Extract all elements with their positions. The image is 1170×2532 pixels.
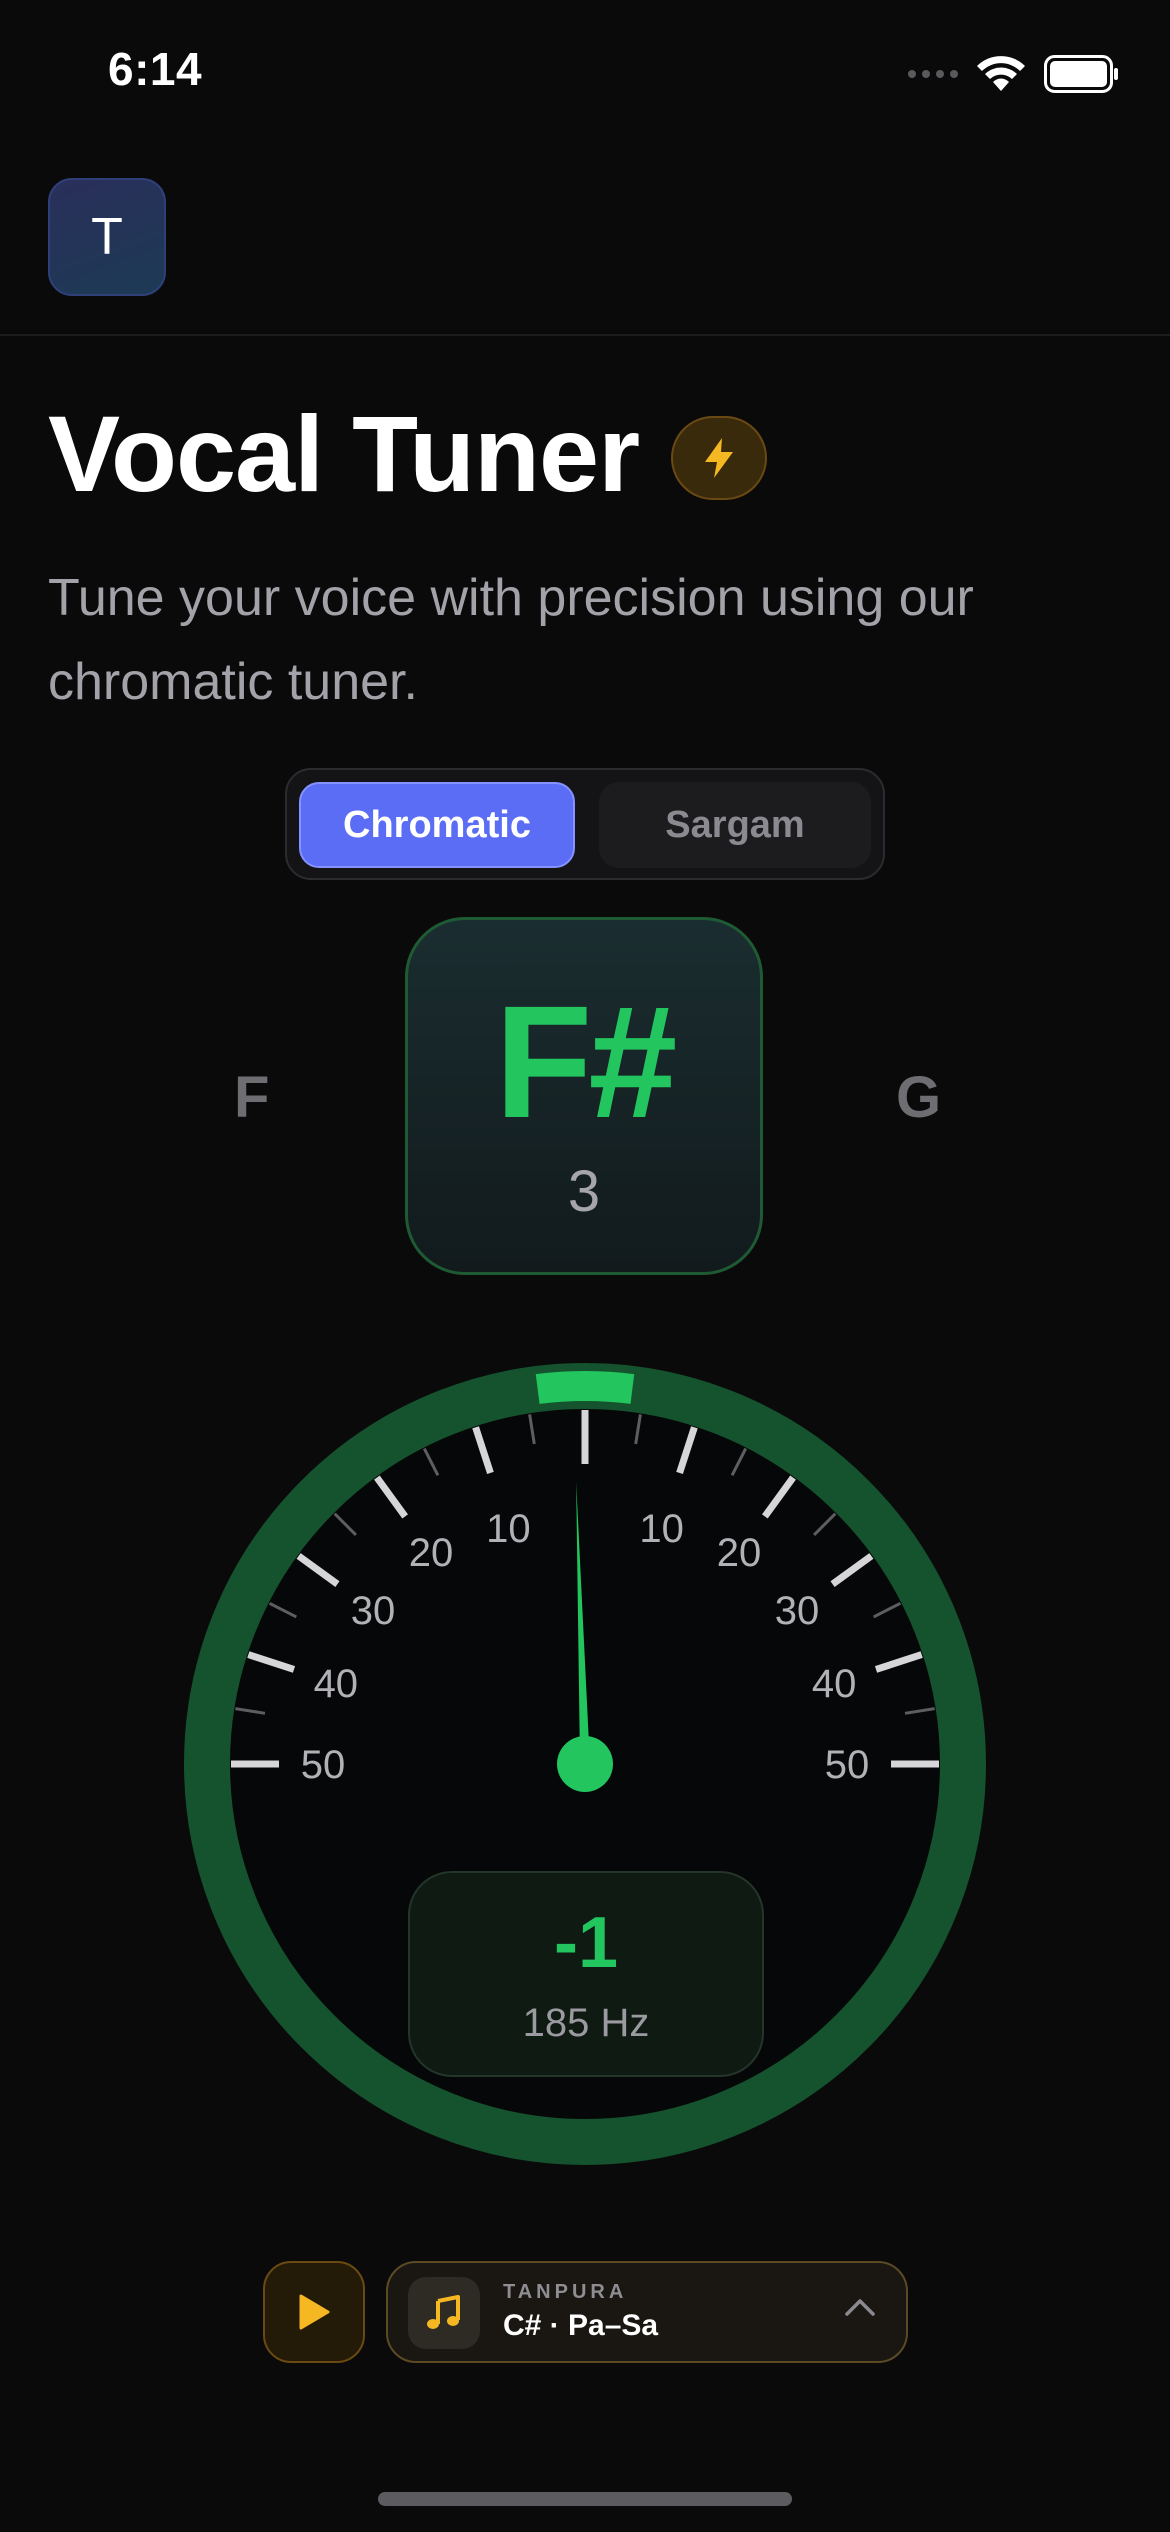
current-note: F#	[494, 972, 678, 1151]
mode-chromatic-button[interactable]: Chromatic	[299, 782, 575, 868]
home-indicator	[378, 2492, 792, 2506]
scale-label-left-10: 10	[486, 1507, 530, 1551]
page-title: Vocal Tuner	[48, 393, 640, 514]
cents-readout: -1 185 Hz	[408, 1871, 764, 2077]
note-octave: 3	[567, 1159, 601, 1224]
scale-label-left-30: 30	[351, 1589, 396, 1633]
current-note-card: F# 3	[405, 917, 763, 1275]
tanpura-selector[interactable]: TANPURA C# · Pa–Sa	[386, 2261, 908, 2363]
scale-label-right-20: 20	[717, 1531, 762, 1575]
status-time: 6:14	[108, 43, 203, 95]
previous-note: F	[234, 1065, 270, 1130]
cents-value: -1	[553, 1903, 619, 1983]
scale-label-right-50: 50	[825, 1743, 870, 1787]
scale-label-right-10: 10	[639, 1507, 684, 1551]
status-bar: 6:14	[0, 0, 1170, 140]
app-header: T	[0, 140, 1170, 336]
wifi-icon	[977, 56, 1025, 91]
scale-label-left-20: 20	[409, 1531, 454, 1575]
mode-toggle: Chromatic Sargam	[285, 768, 885, 880]
needle-pivot	[557, 1736, 613, 1792]
play-button[interactable]	[263, 2261, 365, 2363]
chevron-up-icon	[845, 2299, 875, 2316]
play-icon	[299, 2294, 330, 2330]
mode-sargam-button[interactable]: Sargam	[599, 782, 871, 868]
battery-icon	[1044, 55, 1118, 93]
app-avatar[interactable]: T	[48, 178, 166, 296]
frequency-value: 185 Hz	[522, 2001, 650, 2045]
tanpura-value: C# · Pa–Sa	[503, 2309, 659, 2342]
next-note: G	[896, 1065, 942, 1130]
page-description: Tune your voice with precision using our…	[48, 569, 974, 711]
tanpura-label: TANPURA	[503, 2281, 628, 2303]
scale-label-left-50: 50	[301, 1743, 346, 1787]
music-note-icon	[408, 2277, 480, 2349]
cellular-signal-icon	[908, 70, 958, 78]
bolt-badge[interactable]	[671, 416, 768, 500]
in-tune-zone	[535, 1371, 635, 1404]
status-icons	[908, 52, 1120, 96]
lightning-bolt-icon	[705, 438, 734, 478]
scale-label-left-40: 40	[314, 1662, 359, 1706]
scale-label-right-30: 30	[775, 1589, 820, 1633]
scale-label-right-40: 40	[812, 1662, 857, 1706]
title-row: Vocal Tuner	[48, 393, 768, 514]
